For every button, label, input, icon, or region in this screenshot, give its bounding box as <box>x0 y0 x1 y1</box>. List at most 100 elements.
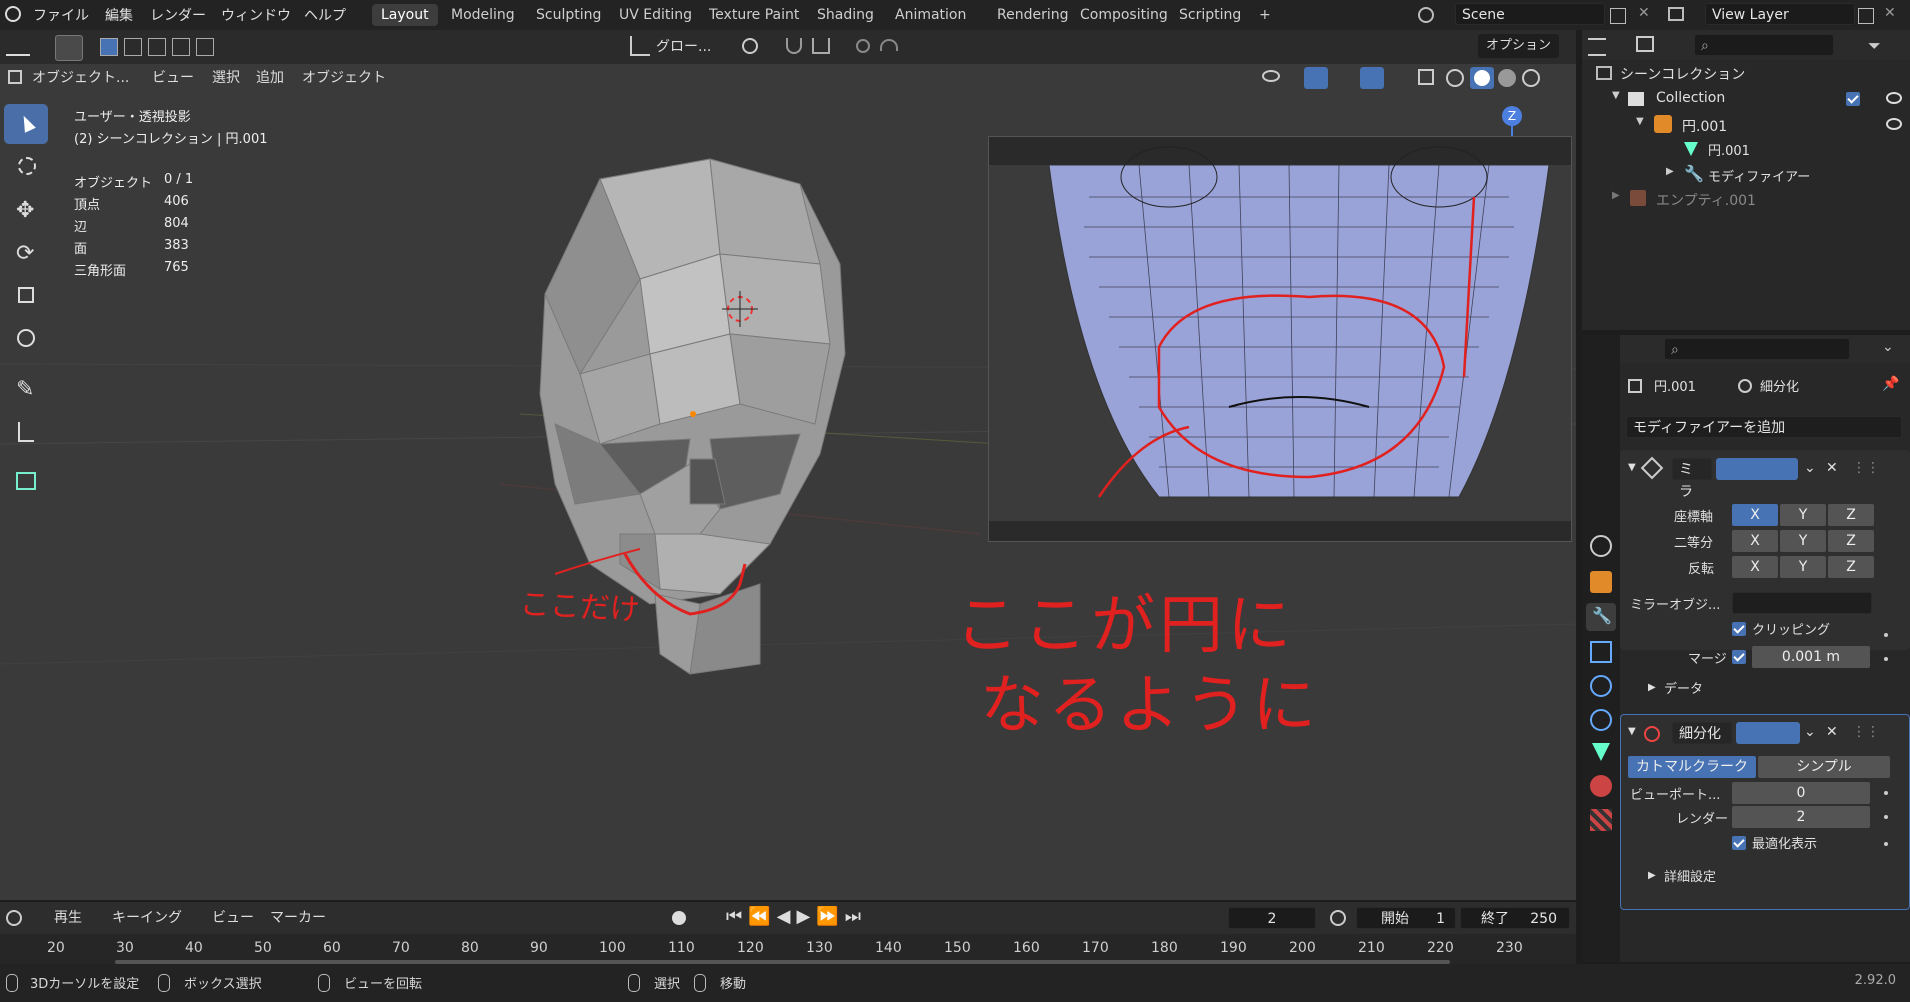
start-frame-field[interactable]: 開始 1 <box>1356 907 1456 929</box>
add-workspace-button[interactable]: + <box>1250 4 1278 26</box>
pin-icon[interactable]: 📌 <box>1882 376 1899 392</box>
mirror-flip-x[interactable]: X <box>1732 556 1778 578</box>
scale-tool-icon[interactable] <box>4 276 48 316</box>
simple-button[interactable]: シンプル <box>1758 756 1890 778</box>
merge-checkbox[interactable] <box>1732 650 1746 664</box>
mirror-axis-x[interactable]: X <box>1732 504 1778 526</box>
workspace-tab-animation[interactable]: Animation <box>886 4 975 26</box>
world-tab-icon[interactable] <box>1590 535 1612 557</box>
mirror-object-field[interactable] <box>1732 592 1872 614</box>
mirror-axis-z[interactable]: Z <box>1828 504 1874 526</box>
end-frame-field[interactable]: 終了 250 <box>1460 907 1570 929</box>
select-menu[interactable]: 選択 <box>212 66 240 90</box>
subsurf-name-field[interactable]: 細分化 <box>1672 722 1732 744</box>
catmull-clark-button[interactable]: カトマルクラーク <box>1628 756 1756 778</box>
mirror-bisect-z[interactable]: Z <box>1828 530 1874 552</box>
render-levels-field[interactable]: 2 <box>1732 806 1870 828</box>
outliner-empty[interactable]: エンプティ.001 <box>1656 190 1756 210</box>
mirror-axis-y[interactable]: Y <box>1780 504 1826 526</box>
timeline-marker-menu[interactable]: マーカー <box>270 906 326 930</box>
options-dropdown[interactable]: オプション <box>1478 34 1560 58</box>
outliner-object[interactable]: 円.001 <box>1682 116 1727 136</box>
keyframe-dot[interactable] <box>1884 815 1888 819</box>
playback-menu[interactable]: 再生 <box>54 906 82 930</box>
particles-tab-icon[interactable] <box>1590 641 1612 663</box>
new-view-layer-icon[interactable] <box>1858 8 1874 24</box>
mirror-drag-handle-icon[interactable]: ⋮⋮ <box>1852 460 1880 476</box>
mirror-name-field[interactable]: ミラ <box>1672 458 1712 500</box>
menu-render[interactable]: レンダー <box>150 5 206 25</box>
transform-orientation-dropdown[interactable]: グロー... <box>656 35 711 59</box>
empty-expand-icon[interactable]: ▶ <box>1612 190 1620 201</box>
collection-visibility-icon[interactable] <box>1886 92 1902 104</box>
add-cube-tool-icon[interactable] <box>4 462 48 502</box>
scene-field[interactable]: Scene <box>1455 3 1605 25</box>
workspace-tab-sculpting[interactable]: Sculpting <box>527 4 610 26</box>
view-layer-field[interactable]: View Layer <box>1705 3 1855 25</box>
outliner-collection[interactable]: Collection <box>1656 90 1725 106</box>
texture-tab-icon[interactable] <box>1590 809 1612 831</box>
snap-icon[interactable] <box>786 38 802 54</box>
viewport-levels-field[interactable]: 0 <box>1732 782 1870 804</box>
keying-menu[interactable]: キーイング <box>112 906 182 930</box>
constraints-tab-icon[interactable] <box>1590 709 1612 731</box>
modifier-tab-icon[interactable]: 🔧 <box>1586 603 1616 631</box>
wireframe-shading-icon[interactable] <box>1446 69 1464 87</box>
workspace-tab-layout[interactable]: Layout <box>372 4 438 26</box>
timeline-ruler[interactable] <box>0 934 1576 964</box>
mirror-data-subpanel[interactable]: データ <box>1664 678 1703 697</box>
outliner-search[interactable]: ⌕ <box>1694 34 1834 56</box>
subsurf-drag-handle-icon[interactable]: ⋮⋮ <box>1852 724 1880 740</box>
mirror-display-toggles[interactable] <box>1716 458 1798 480</box>
workspace-tab-scripting[interactable]: Scripting <box>1170 4 1250 26</box>
collection-expand-icon[interactable]: ▼ <box>1612 90 1620 101</box>
gizmo-toggle-icon[interactable] <box>1304 67 1328 89</box>
mirror-remove-icon[interactable]: ✕ <box>1826 460 1838 476</box>
outliner-mesh[interactable]: 円.001 <box>1708 140 1750 159</box>
transform-tool-icon[interactable] <box>4 319 48 359</box>
rotate-tool-icon[interactable]: ⟳ <box>4 233 48 273</box>
select-mode-icons[interactable] <box>100 38 218 56</box>
proportional-edit-icon[interactable] <box>856 39 870 53</box>
object-visibility-icon[interactable] <box>1886 118 1902 130</box>
keyframe-dot[interactable] <box>1884 657 1888 661</box>
view-menu[interactable]: ビュー <box>152 66 194 90</box>
mirror-bisect-y[interactable]: Y <box>1780 530 1826 552</box>
subsurf-collapse-icon[interactable]: ▼ <box>1628 726 1636 737</box>
falloff-icon[interactable] <box>880 39 898 51</box>
mirror-dropdown-icon[interactable]: ⌄ <box>1804 460 1816 476</box>
timeline-editor-icon[interactable] <box>6 910 22 926</box>
close-view-layer-icon[interactable]: ✕ <box>1884 5 1896 21</box>
navigation-gizmo-z[interactable]: Z <box>1502 106 1522 126</box>
advanced-expand-icon[interactable]: ▶ <box>1648 870 1656 881</box>
transform-orientation-icon[interactable] <box>630 36 650 56</box>
annotate-tool-icon[interactable]: ✎ <box>4 369 48 409</box>
menu-edit[interactable]: 編集 <box>105 5 133 25</box>
playback-controls[interactable]: ⏮⏪◀▶⏩⏭ <box>726 906 867 927</box>
timeline-view-menu[interactable]: ビュー <box>212 906 254 930</box>
workspace-tab-shading[interactable]: Shading <box>808 4 883 26</box>
mirror-flip-z[interactable]: Z <box>1828 556 1874 578</box>
mode-icon[interactable] <box>8 70 22 84</box>
new-scene-icon[interactable] <box>1610 8 1626 24</box>
subsurf-display-toggles[interactable] <box>1736 722 1800 744</box>
subsurf-remove-icon[interactable]: ✕ <box>1826 724 1838 740</box>
workspace-tab-compositing[interactable]: Compositing <box>1071 4 1177 26</box>
workspace-tab-modeling[interactable]: Modeling <box>442 4 524 26</box>
add-modifier-dropdown[interactable]: モディファイアーを追加 <box>1626 416 1902 438</box>
select-tool-icon[interactable] <box>55 35 83 61</box>
merge-value-field[interactable]: 0.001 m <box>1752 646 1870 668</box>
data-tab-icon[interactable] <box>1592 743 1610 761</box>
move-tool-icon[interactable]: ✥ <box>4 190 48 230</box>
keyframe-dot[interactable] <box>1884 842 1888 846</box>
record-icon[interactable] <box>672 911 686 925</box>
cursor-tool-icon[interactable] <box>4 147 48 187</box>
object-tab-icon[interactable] <box>1590 571 1612 593</box>
editor-type-icon[interactable] <box>6 38 30 56</box>
outliner-modifiers[interactable]: モディファイアー <box>1708 166 1810 185</box>
keyframe-dot[interactable] <box>1884 633 1888 637</box>
outliner-root[interactable]: シーンコレクション <box>1620 64 1745 84</box>
workspace-tab-uv-editing[interactable]: UV Editing <box>610 4 701 26</box>
snap-target-icon[interactable] <box>812 38 830 54</box>
physics-tab-icon[interactable] <box>1590 675 1612 697</box>
